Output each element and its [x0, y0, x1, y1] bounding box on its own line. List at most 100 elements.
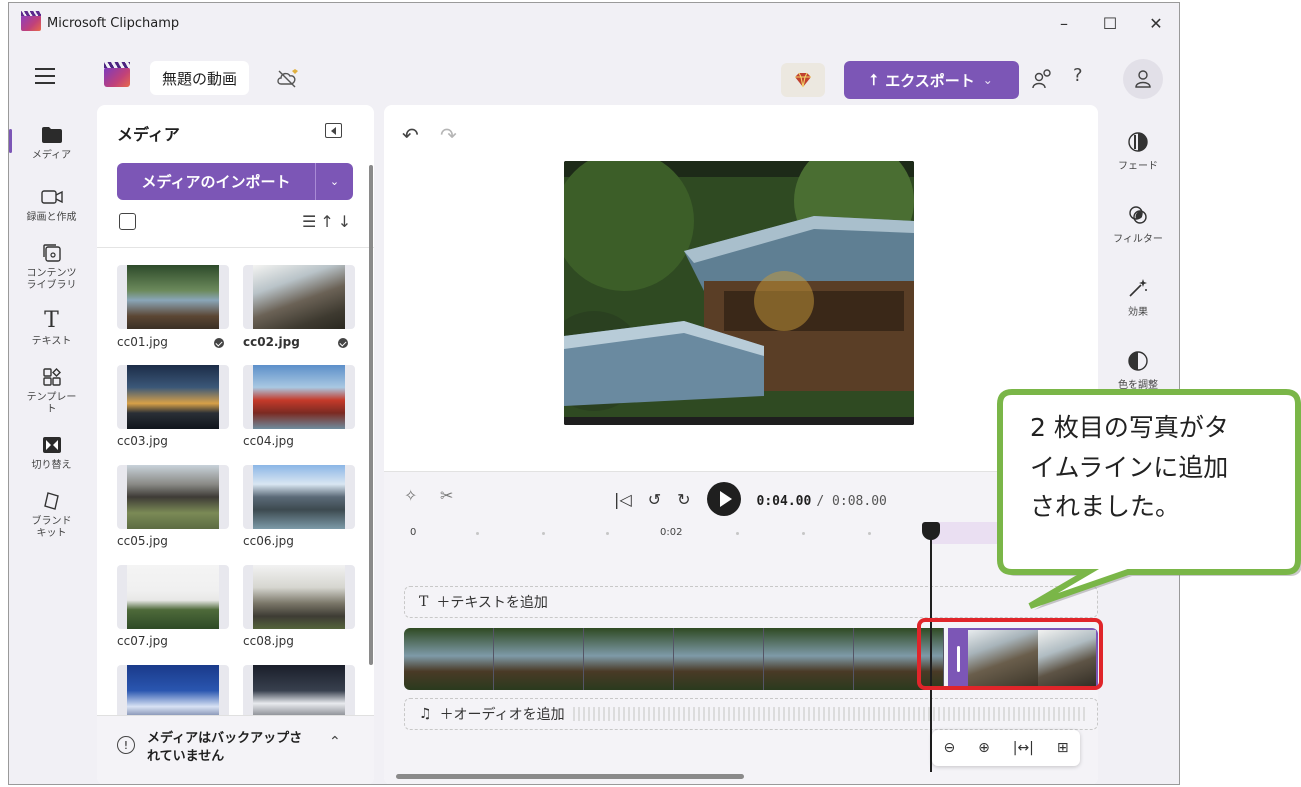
effects-icon: [1129, 279, 1147, 297]
premium-button[interactable]: [781, 63, 825, 97]
timeline-scrollbar[interactable]: [396, 774, 744, 779]
time-ruler[interactable]: 0 0:02 0: [384, 524, 1098, 544]
text-icon: T: [419, 594, 429, 610]
nav-item-media[interactable]: メディア: [9, 111, 94, 173]
filter-sort-icon[interactable]: ☰↑↓: [302, 212, 355, 231]
chevron-down-icon[interactable]: ⌄: [315, 163, 353, 200]
media-label: cc07.jpg: [117, 634, 168, 648]
add-text-track[interactable]: T ＋テキストを追加: [404, 586, 1098, 618]
split-scissors-icon[interactable]: ✂: [440, 486, 453, 505]
camera-icon: [40, 185, 63, 209]
clip-frame: [584, 628, 674, 690]
nav-item-text[interactable]: T テキスト: [9, 297, 94, 359]
help-icon[interactable]: ?: [1073, 65, 1083, 86]
content-library-icon: [42, 241, 62, 265]
magic-edit-icon[interactable]: ✧: [404, 486, 417, 505]
menu-icon[interactable]: [35, 68, 55, 84]
playhead-handle[interactable]: [922, 522, 940, 540]
nav-item-templates[interactable]: テンプレー ト: [9, 359, 94, 421]
ruler-label: 0:02: [660, 527, 683, 538]
add-text-label: ＋テキストを追加: [436, 595, 548, 611]
filter-icon: [1129, 206, 1147, 224]
redo-icon[interactable]: ↷: [440, 123, 457, 147]
video-preview[interactable]: [564, 161, 914, 425]
transition-icon: [42, 433, 62, 457]
brand-kit-icon: [43, 489, 61, 513]
media-label: cc02.jpg: [243, 335, 348, 349]
info-icon: !: [117, 736, 135, 754]
backup-notice: ! メディアはバックアップされていません ⌃: [97, 715, 374, 784]
media-thumbnail-cc07[interactable]: [117, 565, 229, 629]
nav-label: 切り替え: [31, 459, 72, 471]
ruler-dot: [606, 532, 609, 535]
zoom-out-icon[interactable]: ⊖: [943, 740, 955, 756]
top-toolbar: 無題の動画 ⭡ エクスポート ⌄ ?: [9, 53, 1179, 103]
nav-item-fade[interactable]: フェード: [1101, 115, 1175, 188]
minimize-button[interactable]: –: [1041, 3, 1087, 43]
media-thumbnail-cc02[interactable]: [243, 265, 355, 329]
media-thumbnail-cc04[interactable]: [243, 365, 355, 429]
rewind-5s-icon[interactable]: ↺: [648, 490, 661, 509]
added-check-icon: [213, 337, 224, 348]
nav-item-brand-kit[interactable]: ブランド キット: [9, 483, 94, 545]
collapse-panel-icon[interactable]: [325, 123, 342, 138]
left-navigation: メディア 録画と作成 コンテンツ ライブラリ T テキスト テンプレー ト 切り…: [9, 111, 94, 545]
callout-text: 2 枚目の写真がタ イムラインに追加 されました。: [1030, 408, 1280, 527]
share-users-icon[interactable]: [1031, 68, 1055, 90]
project-title[interactable]: 無題の動画: [150, 61, 250, 95]
play-button[interactable]: [706, 482, 741, 516]
media-label: cc06.jpg: [243, 534, 294, 548]
nav-label: コンテンツ ライブラリ: [26, 268, 77, 291]
nav-item-effects[interactable]: 効果: [1101, 261, 1175, 334]
chevron-up-icon[interactable]: ⌃: [329, 734, 341, 750]
select-all-checkbox[interactable]: [119, 213, 136, 230]
add-audio-track[interactable]: ♫ ＋オーディオを追加: [404, 698, 1098, 730]
nav-item-color-adjust[interactable]: 色を調整: [1101, 334, 1175, 407]
fit-width-icon[interactable]: |↔|: [1013, 740, 1034, 756]
nav-item-content-library[interactable]: コンテンツ ライブラリ: [9, 235, 94, 297]
preview-image: [564, 161, 914, 425]
export-label: エクスポート: [885, 71, 975, 90]
import-media-button[interactable]: メディアのインポート ⌄: [117, 163, 353, 200]
cloud-sync-off-icon[interactable]: [275, 67, 301, 89]
add-audio-label: ＋オーディオを追加: [439, 707, 565, 723]
media-thumbnail-cc01[interactable]: [117, 265, 229, 329]
nav-label: メディア: [31, 149, 72, 161]
music-note-icon: ♫: [419, 706, 432, 722]
media-label: cc01.jpg: [117, 335, 224, 349]
media-thumbnail-cc05[interactable]: [117, 465, 229, 529]
nav-item-record[interactable]: 録画と作成: [9, 173, 94, 235]
clip-frame: [404, 628, 494, 690]
media-thumbnail-cc06[interactable]: [243, 465, 355, 529]
nav-label: ブランド キット: [31, 516, 72, 539]
maximize-button[interactable]: ☐: [1087, 3, 1133, 43]
media-label: cc03.jpg: [117, 434, 168, 448]
nav-label: 録画と作成: [26, 211, 77, 223]
media-label: cc05.jpg: [117, 534, 168, 548]
export-button[interactable]: ⭡ エクスポート ⌄: [844, 61, 1019, 99]
folder-icon: [41, 123, 63, 147]
media-thumbnail-cc08[interactable]: [243, 565, 355, 629]
nav-item-transitions[interactable]: 切り替え: [9, 421, 94, 483]
user-avatar[interactable]: [1123, 59, 1163, 99]
ruler-label: 0: [1008, 527, 1015, 538]
total-time: / 0:08.00: [816, 493, 887, 509]
divider: [97, 247, 374, 248]
close-button[interactable]: ✕: [1133, 3, 1179, 43]
right-navigation: フェード フィルター 効果 色を調整: [1101, 115, 1175, 407]
forward-5s-icon[interactable]: ↻: [677, 490, 690, 509]
nav-item-filter[interactable]: フィルター: [1101, 188, 1175, 261]
media-label: cc04.jpg: [243, 434, 294, 448]
media-scrollbar[interactable]: [369, 165, 373, 665]
undo-icon[interactable]: ↶: [402, 123, 419, 147]
title-bar: Microsoft Clipchamp – ☐ ✕: [9, 3, 1179, 43]
fit-timeline-icon[interactable]: ⊞: [1057, 740, 1069, 756]
skip-to-start-icon[interactable]: |◁: [614, 490, 632, 509]
effects-label: 効果: [1128, 307, 1148, 318]
media-thumbnail-cc03[interactable]: [117, 365, 229, 429]
fade-icon: [1128, 132, 1148, 152]
callout-line: イムラインに追加: [1030, 452, 1229, 482]
ruler-dot: [802, 532, 805, 535]
zoom-in-icon[interactable]: ⊕: [978, 740, 990, 756]
ruler-dot: [868, 532, 871, 535]
